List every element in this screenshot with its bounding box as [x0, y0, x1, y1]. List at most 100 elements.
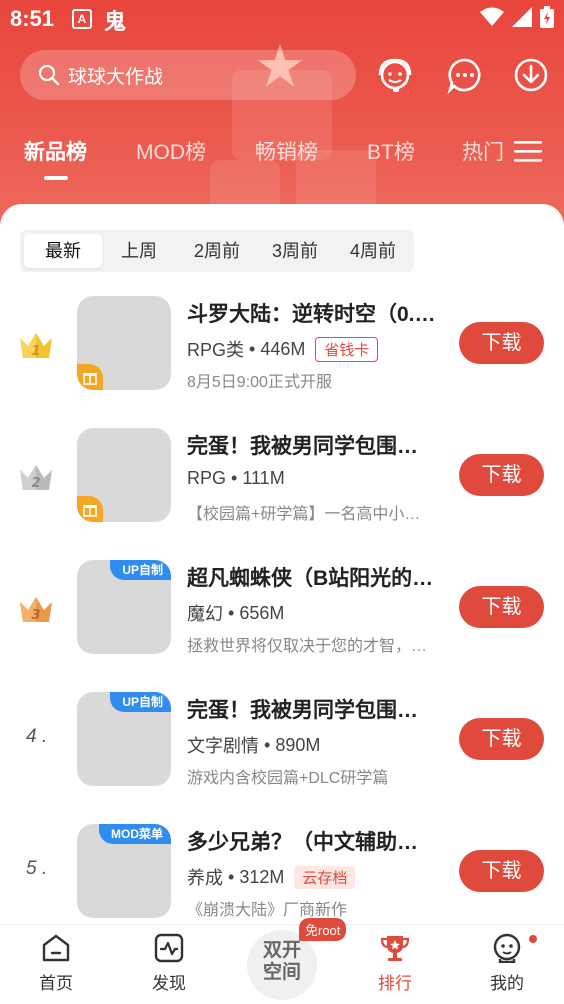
- game-row[interactable]: 1 斗罗大陆：逆转时空（0.… RPG类 • 446M 省钱卡 8月5日9:00…: [0, 296, 564, 428]
- search-box[interactable]: 球球大作战: [20, 50, 356, 100]
- game-row[interactable]: 4 . UP自制 完蛋！我被男同学包围… 文字剧情 • 890M 游戏内含校园篇…: [0, 692, 564, 824]
- download-button[interactable]: 下载: [459, 586, 544, 628]
- menu-icon[interactable]: [514, 140, 542, 162]
- download-button[interactable]: 下载: [459, 718, 544, 760]
- game-size: 890M: [275, 734, 321, 755]
- game-meta: 文字剧情 • 890M: [187, 732, 320, 758]
- up-made-badge: UP自制: [110, 692, 171, 712]
- tab-bt[interactable]: BT榜: [367, 136, 415, 166]
- nav-label: 我的: [490, 974, 524, 993]
- silver-crown-icon: 2: [20, 465, 52, 491]
- period-2-weeks[interactable]: 2周前: [178, 234, 256, 268]
- download-button[interactable]: 下载: [459, 454, 544, 496]
- game-description: 拯救世界将仅取决于您的才智，…: [187, 638, 428, 655]
- rank-number: 2: [31, 476, 40, 491]
- notification-a-icon: A: [72, 9, 92, 29]
- search-placeholder: 球球大作战: [68, 66, 164, 88]
- status-time: 8:51: [10, 6, 55, 31]
- game-row[interactable]: 3 UP自制 超凡蜘蛛侠（B站阳光的… 魔幻 • 656M 拯救世界将仅取决于您…: [0, 560, 564, 692]
- meta-separator: •: [244, 338, 261, 359]
- game-title[interactable]: 完蛋！我被男同学包围…: [187, 694, 445, 724]
- system-icons: [480, 6, 554, 28]
- game-category: 文字剧情: [187, 736, 259, 756]
- game-title[interactable]: 斗罗大陆：逆转时空（0.…: [187, 298, 445, 328]
- gold-crown-icon: 1: [20, 333, 52, 359]
- tab-new[interactable]: 新品榜: [24, 136, 87, 166]
- notification-dot: [529, 935, 537, 943]
- game-title[interactable]: 超凡蜘蛛侠（B站阳光的…: [187, 562, 445, 592]
- nav-ranking[interactable]: 排行: [355, 933, 435, 994]
- download-button[interactable]: 下载: [459, 850, 544, 892]
- download-button[interactable]: 下载: [459, 322, 544, 364]
- gift-icon: [77, 364, 103, 390]
- support-icon[interactable]: [376, 56, 414, 94]
- nav-label: 发现: [152, 974, 186, 993]
- period-selector: 最新 上周 2周前 3周前 4周前: [20, 230, 414, 272]
- game-size: 111M: [242, 468, 285, 488]
- signal-icon: [512, 7, 532, 27]
- rank-number: 4 .: [26, 726, 48, 747]
- meta-separator: •: [226, 468, 243, 488]
- game-title[interactable]: 多少兄弟？（中文辅助…: [187, 826, 445, 856]
- savings-card-tag: 省钱卡: [315, 336, 379, 362]
- dual-space-line2: 空间: [262, 962, 301, 983]
- period-4-weeks[interactable]: 4周前: [334, 234, 412, 268]
- dual-space-label: 双开 空间: [247, 940, 317, 984]
- game-meta: 魔幻 • 656M: [187, 600, 284, 626]
- game-row[interactable]: 2 完蛋！我被男同学包围… RPG • 111M 【校园篇+研学篇】一名高中小……: [0, 428, 564, 560]
- cloud-save-tag: 云存档: [294, 865, 356, 889]
- category-tabs: 新品榜 MOD榜 畅销榜 BT榜 热门: [0, 136, 564, 176]
- game-icon[interactable]: UP自制: [77, 560, 171, 654]
- trophy-icon: [380, 936, 410, 961]
- period-last-week[interactable]: 上周: [100, 234, 178, 268]
- up-made-badge: UP自制: [110, 560, 171, 580]
- status-bar: 8:51 A 鬼: [0, 0, 564, 38]
- game-description: 游戏内含校园篇+DLC研学篇: [187, 770, 389, 787]
- game-meta: 养成 • 312M 云存档: [187, 864, 356, 890]
- game-row[interactable]: 5 . MOD菜单 多少兄弟？（中文辅助… 养成 • 312M 云存档 《崩溃大…: [0, 824, 564, 924]
- game-icon[interactable]: [77, 428, 171, 522]
- wifi-icon: [480, 7, 504, 26]
- game-size: 656M: [239, 602, 285, 623]
- game-meta: RPG • 111M: [187, 468, 285, 489]
- tab-hot[interactable]: 热门: [462, 136, 504, 166]
- rank-number: 5 .: [26, 858, 48, 879]
- game-category: 魔幻: [187, 604, 223, 624]
- discover-icon: [154, 933, 184, 963]
- message-icon[interactable]: [446, 56, 484, 94]
- tab-mod[interactable]: MOD榜: [136, 136, 206, 166]
- game-icon[interactable]: [77, 296, 171, 390]
- nav-label: 排行: [378, 974, 412, 993]
- ranking-content: 最新 上周 2周前 3周前 4周前 1 斗罗大陆：逆转时空（0.… RPG类 •…: [0, 204, 564, 924]
- game-description: 《崩溃大陆》厂商新作: [187, 902, 348, 919]
- meta-separator: •: [259, 734, 276, 755]
- game-icon[interactable]: MOD菜单: [77, 824, 171, 918]
- game-description: 8月5日9:00正式开服: [187, 374, 332, 391]
- battery-icon: [540, 6, 554, 28]
- game-size: 312M: [239, 866, 285, 887]
- no-root-badge: 免root: [299, 918, 347, 941]
- tab-bestseller[interactable]: 畅销榜: [255, 136, 318, 166]
- notification-ghost-icon: 鬼: [104, 9, 127, 34]
- profile-icon: [493, 933, 521, 963]
- period-3-weeks[interactable]: 3周前: [256, 234, 334, 268]
- home-icon: [42, 934, 70, 962]
- game-category: RPG类: [187, 340, 245, 360]
- game-icon[interactable]: UP自制: [77, 692, 171, 786]
- game-size: 446M: [260, 338, 306, 359]
- download-icon[interactable]: [512, 56, 550, 94]
- tab-indicator: [44, 176, 68, 180]
- bronze-crown-icon: 3: [20, 597, 52, 623]
- dual-space-line1: 双开: [262, 940, 301, 961]
- game-title[interactable]: 完蛋！我被男同学包围…: [187, 430, 445, 460]
- nav-discover[interactable]: 发现: [129, 933, 209, 994]
- nav-home[interactable]: 首页: [16, 933, 96, 994]
- game-category: 养成: [187, 868, 223, 888]
- meta-separator: •: [223, 602, 240, 623]
- meta-separator: •: [223, 866, 240, 887]
- gift-icon: [77, 496, 103, 522]
- nav-label: 首页: [39, 974, 73, 993]
- game-category: RPG: [187, 468, 227, 488]
- period-latest[interactable]: 最新: [24, 234, 102, 268]
- rank-number: 3: [31, 608, 40, 623]
